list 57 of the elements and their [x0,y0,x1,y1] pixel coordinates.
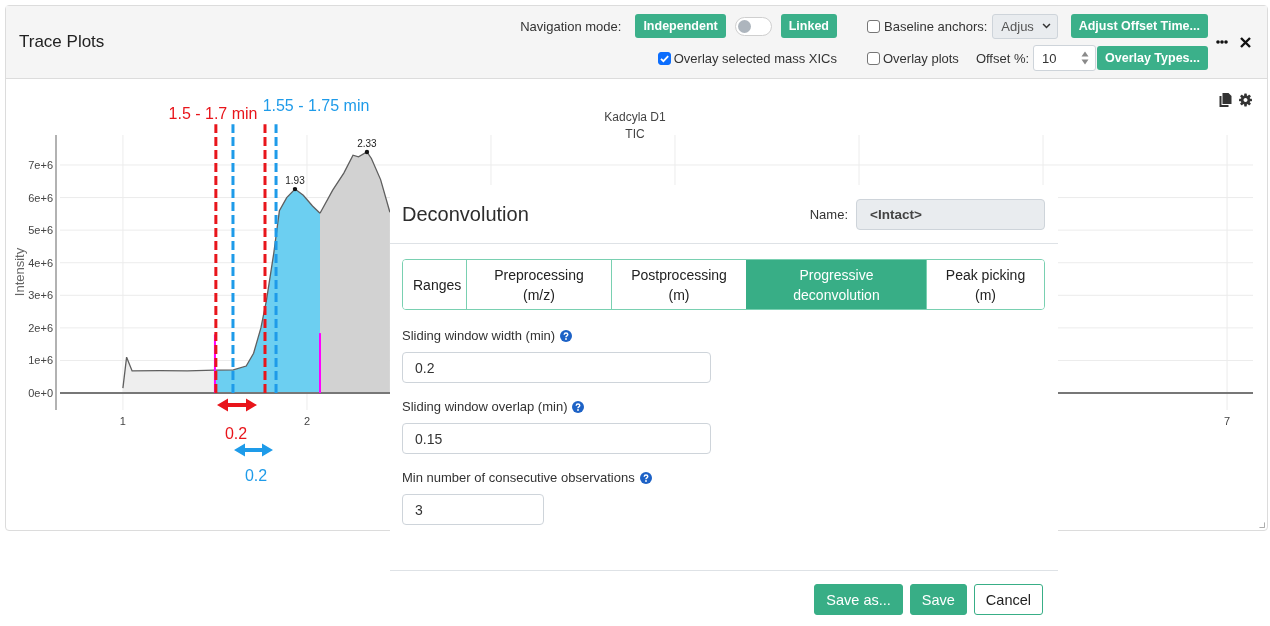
x-tick-label: 1 [119,415,126,427]
spinner-icon[interactable] [1081,51,1090,65]
y-tick-label: 7e+6 [28,159,53,171]
window-width-label: 0.2 [224,425,248,442]
copy-icon[interactable] [1219,93,1232,107]
y-tick-label: 4e+6 [28,256,53,269]
panel-title: Trace Plots [19,32,105,52]
checkbox-label: Overlay selected mass XICs [673,50,837,66]
checkbox[interactable] [867,51,880,65]
checkbox-label: Overlay plots [883,50,959,66]
y-axis-title: Intensity [12,247,27,297]
chart-title: Kadcyla D1 [604,110,666,124]
double-arrow [217,398,257,412]
input-field[interactable]: 3 [402,494,544,525]
offset-label: Offset %: [975,50,1030,66]
peak-label: 1.93 [285,175,305,187]
checkbox-label: Baseline anchors: [884,18,988,34]
checkbox[interactable] [657,51,671,65]
close-icon[interactable] [1240,36,1251,48]
checkbox[interactable] [867,19,880,33]
chart-subtitle: TIC [625,127,645,141]
resize-handle-icon[interactable] [1259,522,1265,528]
x-tick-label: 2 [303,415,310,427]
window-range-label: 1.55 - 1.75 min [262,97,370,114]
name-label: Name: [809,206,848,222]
offset-input[interactable]: 10 [1033,45,1097,71]
name-field[interactable]: <Intact> [856,198,1045,230]
help-icon[interactable] [639,472,652,484]
y-tick-label: 5e+6 [28,224,53,237]
y-tick-label: 6e+6 [28,191,53,204]
y-tick-label: 1e+6 [28,354,53,367]
more-icon[interactable] [1216,40,1228,44]
input-field[interactable]: 0.15 [402,423,711,454]
peak-marker [364,149,370,155]
chevron-down-icon [1042,23,1052,29]
dialog-title: Deconvolution [402,202,529,226]
x-tick-label: 7 [1224,415,1231,427]
peak-marker [292,186,298,192]
link-toggle[interactable] [734,16,772,36]
navigation-mode-label: Navigation mode: [520,18,622,34]
field-label: Sliding window overlap (min) [402,399,568,415]
baseline-anchor-select[interactable]: Adjus [992,13,1059,39]
window-width-label: 0.2 [244,467,268,484]
help-icon[interactable] [572,401,585,413]
y-tick-label: 3e+6 [28,289,53,302]
field-label: Min number of consecutive observations [402,470,635,486]
double-arrow [234,443,273,457]
y-tick-label: 0e+0 [28,387,53,400]
window-range-label: 1.5 - 1.7 min [168,105,258,122]
peak-label: 2.33 [357,137,377,149]
tab[interactable]: Peak picking (m) [926,260,1044,309]
input-field[interactable]: 0.2 [402,352,711,383]
dialog-button[interactable]: Cancel [973,584,1043,615]
help-icon[interactable] [560,330,573,342]
settings-icon[interactable] [1239,93,1252,107]
y-tick-label: 2e+6 [28,321,53,334]
field-label: Sliding window width (min) [402,328,556,344]
